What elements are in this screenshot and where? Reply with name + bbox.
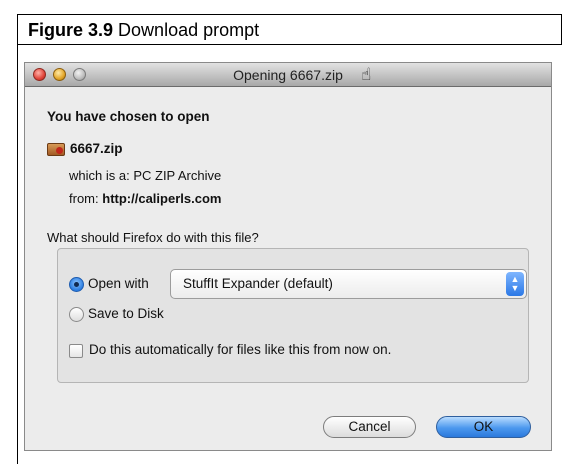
save-to-disk-label[interactable]: Save to Disk: [88, 306, 164, 321]
action-question: What should Firefox do with this file?: [47, 230, 259, 245]
cancel-button[interactable]: Cancel: [323, 416, 416, 438]
open-with-app-value: StuffIt Expander (default): [183, 276, 333, 291]
file-source-value: http://caliperls.com: [102, 191, 222, 206]
save-to-disk-radio[interactable]: [69, 307, 84, 322]
title-bar: Opening 6667.zip ☝: [25, 63, 551, 87]
figure-title: Download prompt: [118, 20, 260, 40]
figure-border: [17, 44, 18, 464]
auto-action-label[interactable]: Do this automatically for files like thi…: [89, 342, 391, 357]
window-title: Opening 6667.zip: [233, 67, 343, 83]
zip-archive-icon: [47, 143, 65, 156]
open-with-label[interactable]: Open with: [88, 276, 149, 291]
hand-cursor-icon: ☝: [361, 65, 372, 84]
dialog-heading: You have chosen to open: [47, 109, 210, 124]
file-source-line: from: http://caliperls.com: [69, 191, 221, 206]
download-dialog-window: Opening 6667.zip ☝ You have chosen to op…: [24, 62, 552, 451]
figure-label: Figure 3.9: [28, 20, 114, 40]
file-type-prefix: which is a:: [69, 168, 130, 183]
figure-caption: Figure 3.9 Download prompt: [17, 14, 562, 45]
open-with-app-select[interactable]: StuffIt Expander (default) ▲ ▼: [170, 269, 527, 299]
file-type-value: PC ZIP Archive: [133, 168, 222, 183]
open-with-radio[interactable]: [69, 277, 84, 292]
ok-button[interactable]: OK: [436, 416, 531, 438]
chevron-updown-icon: ▲ ▼: [506, 272, 524, 296]
auto-action-checkbox[interactable]: [69, 344, 83, 358]
file-type-line: which is a: PC ZIP Archive: [69, 168, 221, 183]
file-source-prefix: from:: [69, 191, 99, 206]
file-name: 6667.zip: [70, 141, 123, 156]
